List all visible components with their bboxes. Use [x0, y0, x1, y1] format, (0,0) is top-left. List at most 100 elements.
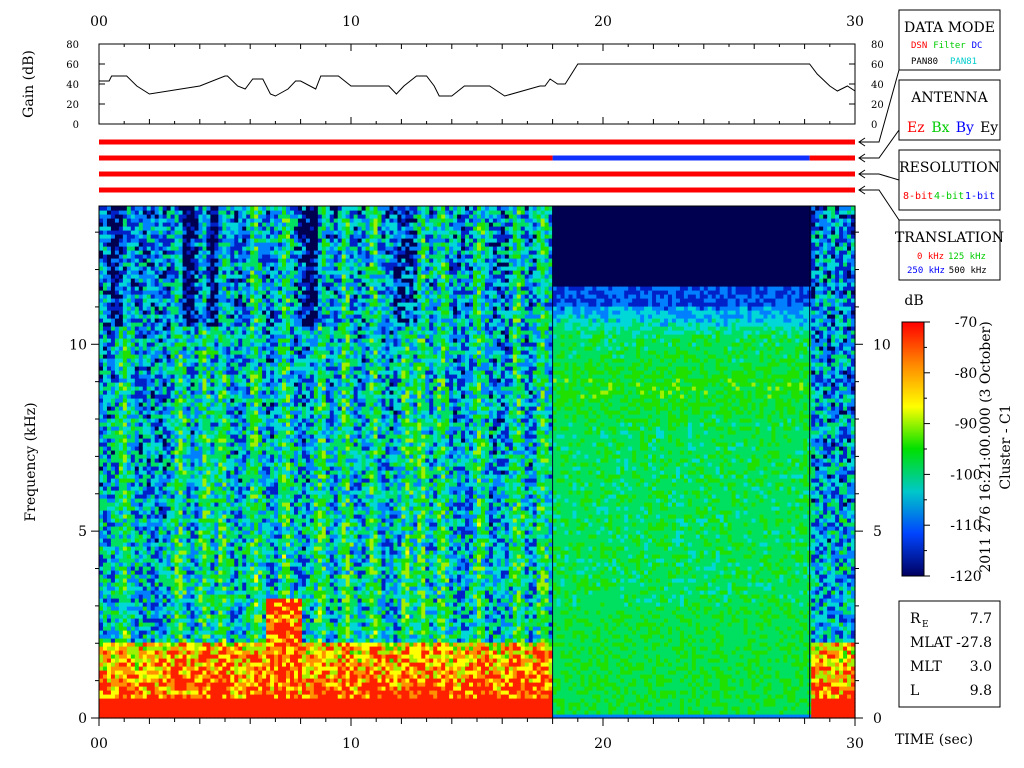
spectrogram-cell: [191, 670, 196, 675]
spectrogram-cell: [131, 366, 136, 371]
spectrogram-cell: [198, 498, 203, 503]
spectrogram-cell: [159, 262, 164, 267]
spectrogram-cell: [246, 450, 251, 455]
spectrogram-cell: [143, 378, 148, 383]
spectrogram-cell: [99, 382, 104, 387]
spectrogram-cell: [139, 474, 144, 479]
spectrogram-cell: [147, 454, 152, 459]
spectrogram-cell: [218, 434, 223, 439]
spectrogram-cell: [167, 690, 172, 695]
spectrogram-cell: [226, 382, 231, 387]
spectrogram-cell: [202, 262, 207, 267]
spectrogram-cell: [202, 426, 207, 431]
spectrogram-cell: [242, 614, 247, 619]
spectrogram-cell: [246, 658, 251, 663]
spectrogram-cell: [246, 258, 251, 263]
spectrogram-cell: [234, 362, 239, 367]
spectrogram-cell: [238, 550, 243, 555]
spectrogram-cell: [171, 654, 176, 659]
spectrogram-cell: [226, 238, 231, 243]
spectrogram-cell: [202, 254, 207, 259]
spectrogram-cell: [151, 354, 156, 359]
spectrogram-cell: [163, 598, 168, 603]
spectrogram-cell: [139, 270, 144, 275]
spectrogram-cell: [135, 490, 140, 495]
spectrogram-cell: [206, 298, 211, 303]
legend-resolution: RESOLUTION8-bit 4-bit 1-bit: [859, 150, 1000, 210]
spectrogram-cell: [175, 650, 180, 655]
spectrogram-cell: [163, 358, 168, 363]
spectrogram-cell: [234, 698, 239, 703]
spectrogram-cell: [246, 582, 251, 587]
spectrogram-cell: [119, 606, 124, 611]
spectrogram-cell: [198, 646, 203, 651]
spectrogram-cell: [111, 306, 116, 311]
spectrogram-cell: [111, 498, 116, 503]
spectrogram-cell: [131, 526, 136, 531]
spectrogram-cell: [159, 698, 164, 703]
gain-y-tick-label: 20: [66, 100, 79, 111]
spectrogram-cell: [175, 206, 180, 211]
spectrogram-cell: [123, 398, 128, 403]
spectrogram-cell: [163, 262, 168, 267]
spectrogram-cell: [111, 538, 116, 543]
spectrogram-cell: [246, 218, 251, 223]
spectrogram-cell: [175, 286, 180, 291]
spectrogram-cell: [238, 378, 243, 383]
spectrogram-cell: [214, 378, 219, 383]
spectrogram-cell: [147, 614, 152, 619]
spectrogram-cell: [103, 206, 108, 211]
spectrogram-cell: [131, 290, 136, 295]
spectrogram-cell: [210, 398, 215, 403]
spectrogram-cell: [99, 666, 104, 671]
spectrogram-cell: [242, 702, 247, 707]
spectrogram-cell: [103, 478, 108, 483]
spectrogram-cell: [194, 382, 199, 387]
spectrogram-cell: [131, 306, 136, 311]
spectrogram-cell: [242, 586, 247, 591]
spectrogram-cell: [171, 526, 176, 531]
spectrogram-cell: [103, 338, 108, 343]
spectrogram-cell: [171, 434, 176, 439]
spectrogram-cell: [202, 222, 207, 227]
spectrogram-cell: [107, 574, 112, 579]
spectrogram-cell: [198, 574, 203, 579]
spectrogram-cell: [230, 494, 235, 499]
spectrogram-cell: [107, 334, 112, 339]
spectrogram-cell: [246, 270, 251, 275]
spectrogram-cell: [163, 490, 168, 495]
spectrogram-cell: [159, 414, 164, 419]
spectrogram-cell: [210, 562, 215, 567]
spectrogram-cell: [107, 274, 112, 279]
spectrogram-cell: [107, 390, 112, 395]
spectrogram-cell: [107, 706, 112, 711]
spectrogram-cell: [151, 334, 156, 339]
spectrogram-cell: [167, 334, 172, 339]
spectrogram-cell: [198, 534, 203, 539]
spectrogram-cell: [187, 530, 192, 535]
spectrogram-cell: [202, 682, 207, 687]
spectrogram-cell: [135, 574, 140, 579]
spectrogram-cell: [202, 574, 207, 579]
spectrogram-cell: [202, 554, 207, 559]
spectrogram-cell: [131, 646, 136, 651]
legend-connector: [859, 190, 899, 220]
spectrogram-cell: [119, 702, 124, 707]
spectrogram-cell: [226, 430, 231, 435]
spectrogram-cell: [242, 470, 247, 475]
spectrogram-cell: [179, 274, 184, 279]
spectrogram-cell: [143, 606, 148, 611]
spectrogram-cell: [139, 238, 144, 243]
spectrogram-cell: [214, 678, 219, 683]
spectrogram-cell: [111, 302, 116, 307]
spectrogram-cell: [222, 374, 227, 379]
spectrogram-cell: [191, 662, 196, 667]
spectrogram-cell: [143, 286, 148, 291]
spectrogram-cell: [167, 414, 172, 419]
spectrogram-cell: [202, 282, 207, 287]
spectrogram-cell: [131, 362, 136, 367]
spectrogram-cell: [111, 450, 116, 455]
spectrogram-cell: [214, 286, 219, 291]
spectrogram-cell: [194, 258, 199, 263]
spectrogram-cell: [210, 214, 215, 219]
